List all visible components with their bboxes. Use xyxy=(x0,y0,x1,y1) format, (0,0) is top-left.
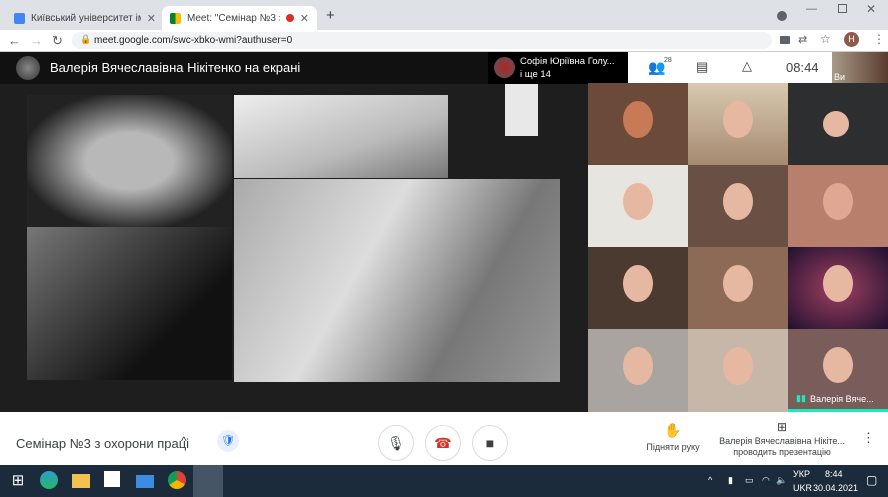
raise-hand-label: Підняти руку xyxy=(646,442,700,452)
start-icon[interactable]: ⊞ xyxy=(8,471,28,491)
tab-university[interactable]: Київський університет імені Бор ✕ xyxy=(6,6,164,30)
active-app-icon[interactable] xyxy=(193,465,223,497)
new-tab-button[interactable]: + xyxy=(326,7,335,24)
presenting-status: проводить презентацію xyxy=(733,447,831,457)
address-bar-row: ← → ↻ 🔒 meet.google.com/swc-xbko-wmi?aut… xyxy=(0,30,888,52)
windows-taskbar: ⊞ ^ ▮ ▭ ◠ 🔈 УКР UKR 8:44 30.04.2021 ▢ xyxy=(0,465,888,497)
url-text: meet.google.com/swc-xbko-wmi?authuser=0 xyxy=(94,35,293,46)
microphone-icon: 🎙 xyxy=(387,434,405,451)
meet-favicon-icon xyxy=(170,12,181,24)
language-indicator[interactable]: УКР xyxy=(793,469,810,479)
lock-icon: 🔒 xyxy=(80,34,92,44)
mail-icon[interactable] xyxy=(136,475,154,488)
presenter-title: Валерія Вячеславівна Нікітенко на екрані xyxy=(50,60,301,75)
volume-icon[interactable]: 🔈 xyxy=(776,475,787,486)
self-label: Ви xyxy=(834,72,846,82)
participant-tile[interactable] xyxy=(688,83,788,165)
file-explorer-icon[interactable] xyxy=(72,474,90,488)
participant-grid: ▮▮ Валерія Вяче... xyxy=(588,83,888,412)
meet-top-bar: Валерія Вячеславівна Нікітенко на екрані… xyxy=(0,52,888,84)
slide-photo-workers xyxy=(27,227,232,380)
end-call-button[interactable]: ☎ xyxy=(425,425,461,461)
more-options-icon[interactable]: ⋮ xyxy=(862,430,875,446)
tab-label: Meet: "Семінар №3 з охоро xyxy=(187,12,280,24)
battery-icon[interactable]: ▭ xyxy=(745,475,754,486)
url-input[interactable]: 🔒 meet.google.com/swc-xbko-wmi?authuser=… xyxy=(72,32,772,49)
calendar-favicon-icon xyxy=(14,12,25,24)
tab-label: Київський університет імені Бор xyxy=(31,12,141,24)
close-tab-icon[interactable]: ✕ xyxy=(300,12,309,25)
presenting-name: Валерія Вячеславівна Нікіте... xyxy=(719,436,845,446)
close-tab-icon[interactable]: ✕ xyxy=(147,12,156,25)
active-speaker-info[interactable]: Софія Юріївна Голу... і ще 14 xyxy=(488,52,628,84)
forward-icon[interactable]: → xyxy=(30,33,43,48)
presenter-avatar xyxy=(16,56,40,80)
recording-icon xyxy=(285,14,294,22)
browser-tab-bar: Київський університет імені Бор ✕ Meet: … xyxy=(0,0,888,30)
hand-icon: ✋ xyxy=(664,422,682,438)
bookmark-star-icon[interactable]: ☆ xyxy=(820,32,831,46)
meeting-name[interactable]: Семінар №3 з охорони праці xyxy=(16,436,189,451)
participant-tile[interactable] xyxy=(788,83,888,165)
translate-icon[interactable]: ⇄ xyxy=(798,33,807,46)
maximize-button[interactable] xyxy=(838,4,847,13)
camera-icon: ■ xyxy=(485,435,495,451)
slide-photo-reactor xyxy=(27,95,232,227)
participant-tile[interactable] xyxy=(588,165,688,247)
participant-tile[interactable] xyxy=(688,329,788,412)
participant-tile[interactable] xyxy=(688,247,788,329)
edge-icon[interactable] xyxy=(40,471,58,489)
active-speaker-tile[interactable]: ▮▮ Валерія Вяче... xyxy=(788,329,888,412)
participant-tile[interactable] xyxy=(588,329,688,412)
tile-name: Валерія Вяче... xyxy=(810,394,874,404)
wifi-icon[interactable]: ◠ xyxy=(762,475,770,486)
participant-tile[interactable] xyxy=(788,247,888,329)
speaking-indicator-icon: ▮▮ xyxy=(796,393,806,403)
camera-button[interactable]: ■ xyxy=(472,425,508,461)
reload-icon[interactable]: ↻ xyxy=(52,33,63,49)
presentation-area xyxy=(0,84,588,412)
taskbar-date: 30.04.2021 xyxy=(813,483,859,493)
speaker-name: Софія Юріївна Голу... xyxy=(520,56,615,67)
back-icon[interactable]: ← xyxy=(8,33,21,48)
chevron-up-icon[interactable]: ^ xyxy=(181,434,187,448)
media-dropdown-icon[interactable] xyxy=(777,11,787,21)
mic-tray-icon[interactable]: ▮ xyxy=(728,475,733,486)
taskbar-time[interactable]: 8:44 xyxy=(825,469,843,479)
menu-icon[interactable]: ⋮ xyxy=(873,32,885,46)
participant-tile[interactable] xyxy=(688,165,788,247)
present-screen-icon: ⊞ xyxy=(776,420,788,434)
presentation-white-block xyxy=(505,84,538,136)
show-hidden-icons[interactable]: ^ xyxy=(708,475,712,485)
participant-tile[interactable] xyxy=(788,165,888,247)
security-shield-icon[interactable]: 🛡 xyxy=(217,430,239,452)
chat-icon[interactable]: ▤ xyxy=(696,59,708,75)
minimize-button[interactable]: — xyxy=(806,3,817,15)
camera-indicator-icon[interactable] xyxy=(780,36,790,44)
slide-photo-aerial xyxy=(234,179,560,382)
close-window-button[interactable]: ✕ xyxy=(866,2,876,16)
profile-avatar[interactable]: H xyxy=(844,32,859,47)
store-icon[interactable] xyxy=(104,471,120,487)
chrome-icon[interactable] xyxy=(168,471,186,489)
microphone-button[interactable]: 🎙 xyxy=(378,425,414,461)
language-indicator-sub: UKR xyxy=(793,483,813,493)
clock: 08:44 xyxy=(786,60,819,75)
people-icon[interactable]: 👥 xyxy=(648,59,665,76)
participant-tile[interactable] xyxy=(588,83,688,165)
present-button[interactable]: ⊞ Валерія Вячеславівна Нікіте... проводи… xyxy=(712,420,852,457)
hangup-icon: ☎ xyxy=(434,434,452,451)
self-view-tile[interactable]: Ви xyxy=(832,52,888,84)
notifications-icon[interactable]: ▢ xyxy=(866,473,877,487)
participants-count: 28 xyxy=(664,57,672,64)
tab-meet[interactable]: Meet: "Семінар №3 з охоро ✕ xyxy=(162,6,317,30)
meet-controls-top: 👥 28 ▤ △ 08:44 xyxy=(628,52,832,84)
speaker-more: і ще 14 xyxy=(520,69,551,80)
raise-hand-button[interactable]: ✋ Підняти руку xyxy=(636,422,710,452)
activities-icon[interactable]: △ xyxy=(742,58,752,74)
speaker-avatar xyxy=(494,57,515,78)
slide-photo-helicopter xyxy=(234,95,448,178)
meet-bottom-bar: Семінар №3 з охорони праці ^ 🛡 🎙 ☎ ■ ✋ П… xyxy=(0,412,888,465)
participant-tile[interactable] xyxy=(588,247,688,329)
